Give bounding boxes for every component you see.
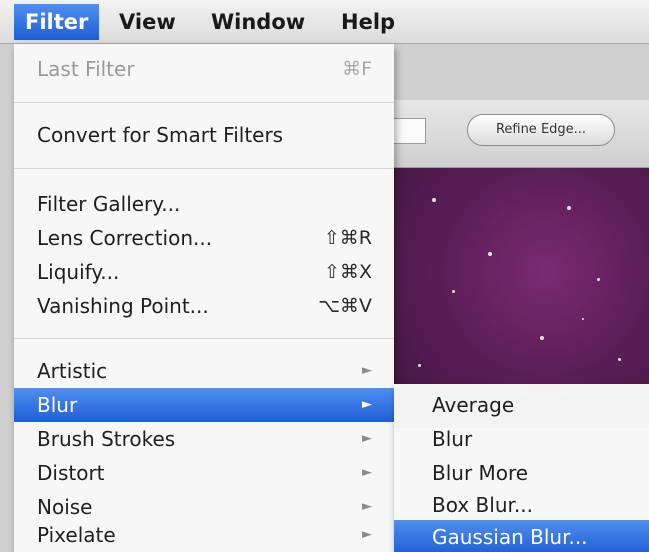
menu-item-label: Distort: [37, 461, 105, 485]
menu-view[interactable]: View: [108, 4, 187, 40]
submenu-arrow-icon: ►: [362, 527, 372, 542]
menu-separator: [14, 102, 394, 103]
shortcut-label: ⌘F: [342, 58, 372, 80]
menubar: Filter View Window Help: [0, 0, 649, 44]
submenu-arrow-icon: ►: [362, 363, 372, 378]
filter-menu: Last Filter ⌘F Convert for Smart Filters…: [14, 44, 394, 552]
menu-item-distort[interactable]: Distort ►: [14, 456, 394, 490]
menu-item-lens-correction[interactable]: Lens Correction... ⇧⌘R: [14, 221, 394, 255]
menu-filter[interactable]: Filter: [14, 4, 100, 40]
photoshop-window: Filter View Window Help Refine Edge... L…: [0, 0, 649, 552]
submenu-item-gaussian-blur[interactable]: Gaussian Blur...: [394, 520, 649, 552]
canvas-star: [597, 278, 600, 281]
menu-item-label: Brush Strokes: [37, 427, 176, 451]
canvas-star: [540, 336, 544, 340]
canvas-star: [488, 252, 492, 256]
refine-edge-button[interactable]: Refine Edge...: [467, 114, 615, 146]
menu-item-label: Lens Correction...: [37, 226, 213, 250]
menu-item-convert-smart-filters[interactable]: Convert for Smart Filters: [14, 118, 394, 152]
blur-submenu: Average Blur Blur More Box Blur... Gauss…: [394, 384, 649, 552]
submenu-arrow-icon: ►: [362, 465, 372, 480]
shortcut-label: ⇧⌘X: [324, 261, 372, 283]
menu-item-label: Filter Gallery...: [37, 192, 181, 216]
submenu-item-blur[interactable]: Blur: [394, 422, 649, 456]
menu-item-label: Pixelate: [37, 523, 116, 547]
menu-item-blur[interactable]: Blur ►: [14, 388, 394, 422]
canvas-star: [582, 318, 584, 320]
menu-window[interactable]: Window: [200, 4, 316, 40]
menu-separator: [14, 168, 394, 169]
menu-item-label: Last Filter: [37, 57, 135, 81]
submenu-item-blur-more[interactable]: Blur More: [394, 456, 649, 490]
options-input-field[interactable]: [392, 118, 426, 144]
menu-help[interactable]: Help: [330, 4, 406, 40]
canvas-star: [432, 198, 436, 202]
menu-item-label: Vanishing Point...: [37, 294, 209, 318]
menu-separator: [14, 338, 394, 339]
menu-item-label: Convert for Smart Filters: [37, 123, 284, 147]
submenu-item-average[interactable]: Average: [394, 388, 649, 422]
shortcut-label: ⇧⌘R: [323, 227, 372, 249]
menu-item-label: Liquify...: [37, 260, 120, 284]
submenu-arrow-icon: ►: [362, 397, 372, 412]
menu-item-label: Noise: [37, 495, 93, 519]
menu-item-liquify[interactable]: Liquify... ⇧⌘X: [14, 255, 394, 289]
menu-item-last-filter[interactable]: Last Filter ⌘F: [14, 52, 394, 86]
canvas-star: [452, 290, 455, 293]
canvas-star: [418, 364, 421, 367]
shortcut-label: ⌥⌘V: [318, 295, 372, 317]
menu-item-vanishing-point[interactable]: Vanishing Point... ⌥⌘V: [14, 289, 394, 323]
menu-item-filter-gallery[interactable]: Filter Gallery...: [14, 187, 394, 221]
submenu-item-box-blur[interactable]: Box Blur...: [394, 488, 649, 522]
canvas-star: [618, 358, 621, 361]
menu-item-artistic[interactable]: Artistic ►: [14, 354, 394, 388]
submenu-arrow-icon: ►: [362, 431, 372, 446]
options-bar: Refine Edge...: [392, 100, 649, 168]
menu-item-label: Blur: [37, 393, 78, 417]
menu-item-brush-strokes[interactable]: Brush Strokes ►: [14, 422, 394, 456]
menu-item-pixelate[interactable]: Pixelate ►: [14, 518, 394, 552]
menu-item-label: Artistic: [37, 359, 108, 383]
canvas-star: [567, 206, 571, 210]
